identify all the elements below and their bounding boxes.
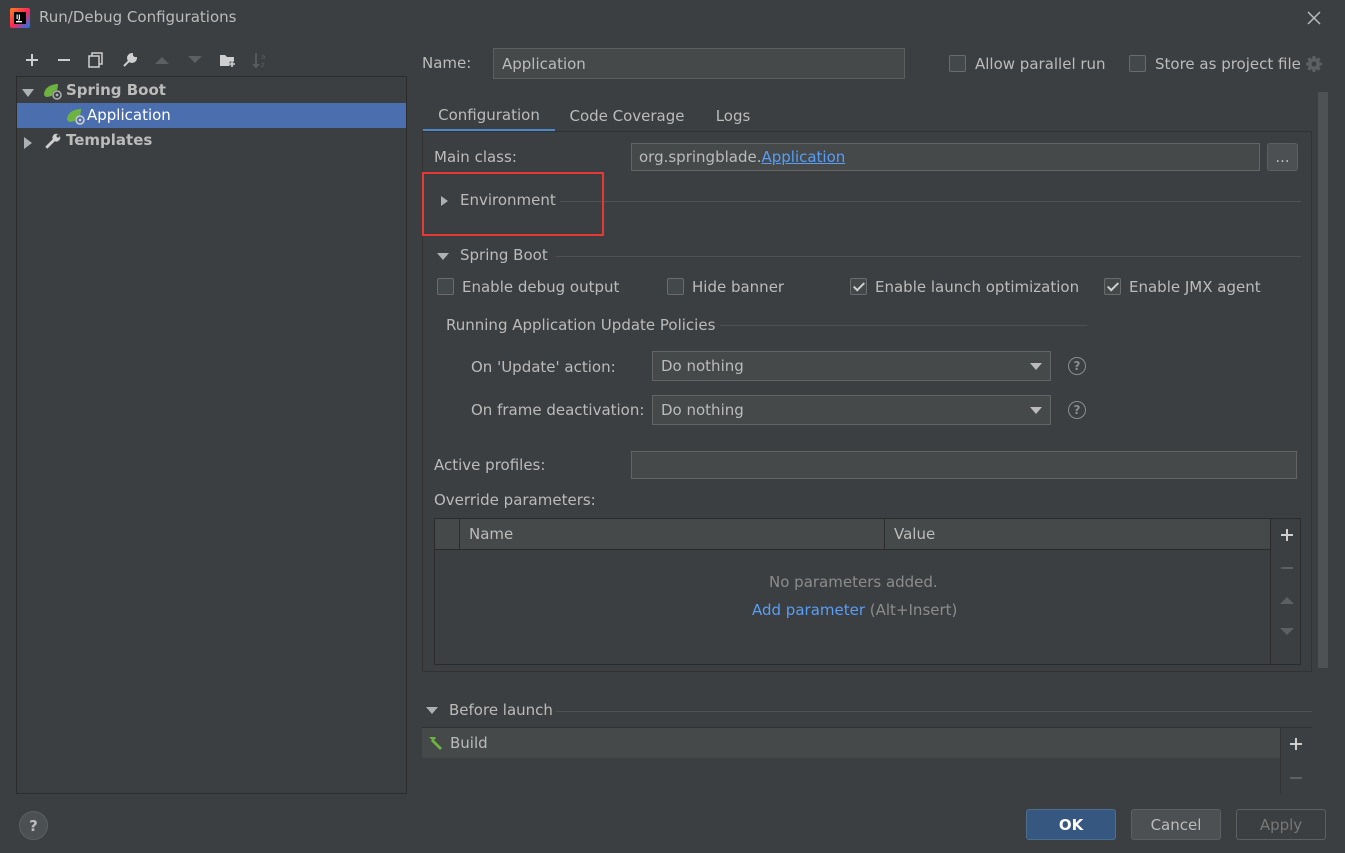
remove-task-icon[interactable] [1289,771,1303,789]
on-update-action-value: Do nothing [661,357,744,375]
active-profiles-input[interactable] [631,451,1297,479]
column-divider [459,519,460,550]
spring-boot-section-label[interactable]: Spring Boot [460,246,548,264]
tab-logs[interactable]: Logs [706,100,760,132]
spring-boot-app-icon [65,106,87,130]
svg-text:z: z [261,61,265,69]
new-folder-icon[interactable] [216,48,240,72]
help-icon[interactable]: ? [1068,357,1086,375]
add-row-icon[interactable] [1271,520,1302,550]
enable-jmx-agent-checkbox[interactable] [1104,278,1121,295]
main-class-link[interactable]: Application [761,148,845,166]
tree-group-spring-boot[interactable]: Spring Boot [17,78,406,103]
before-launch-collapse-icon[interactable] [426,707,438,714]
before-launch-separator [556,711,1312,712]
intellij-logo-icon: IJ [10,8,30,28]
column-divider [884,519,885,550]
enable-launch-optimization-checkbox[interactable] [850,278,867,295]
move-down-icon[interactable] [1271,617,1302,647]
on-update-action-dropdown[interactable]: Do nothing [652,351,1051,381]
add-parameter-link[interactable]: Add parameter [752,601,865,619]
enable-launch-optimization-label: Enable launch optimization [875,278,1080,296]
move-up-icon[interactable] [1271,585,1302,615]
enable-debug-output-checkbox[interactable] [437,278,454,295]
copy-icon[interactable] [84,48,108,72]
store-as-project-file-checkbox[interactable] [1129,55,1146,72]
build-task-label: Build [450,734,488,752]
tree-group-templates[interactable]: Templates [17,128,406,153]
ok-button[interactable]: OK [1026,809,1116,840]
name-label: Name: [422,54,472,72]
table-actions [1270,519,1301,664]
update-policies-separator [720,325,1087,326]
expand-arrow-icon[interactable] [22,85,34,97]
chevron-down-icon [1030,407,1042,414]
name-input[interactable] [493,48,905,79]
configuration-tree: Spring Boot Application Templates [16,76,407,794]
enable-jmx-agent-label: Enable JMX agent [1129,278,1261,296]
tree-group-label: Templates [66,131,153,149]
add-task-icon[interactable] [1289,737,1303,755]
active-profiles-label: Active profiles: [434,456,546,474]
move-down-icon[interactable] [183,48,207,72]
main-class-field[interactable]: org.springblade.Application [631,143,1260,171]
close-icon[interactable] [1302,6,1326,30]
before-launch-label[interactable]: Before launch [449,701,553,719]
browse-main-class-button[interactable]: ... [1267,143,1298,171]
highlight-annotation-box [422,172,604,236]
collapse-arrow-icon[interactable] [22,135,34,149]
store-as-project-file-label: Store as project file [1155,55,1301,73]
before-launch-actions [1280,728,1312,794]
cancel-button[interactable]: Cancel [1131,809,1221,840]
on-frame-deactivation-label: On frame deactivation: [471,401,645,419]
help-button[interactable]: ? [19,811,48,840]
enable-debug-output-label: Enable debug output [462,278,620,296]
remove-row-icon[interactable] [1271,553,1302,583]
spring-boot-icon [42,81,64,105]
before-launch-item-build[interactable]: Build [422,728,1280,758]
remove-icon[interactable] [52,48,76,72]
on-update-action-label: On 'Update' action: [471,358,616,376]
hammer-icon [426,734,444,756]
wrench-icon[interactable] [118,48,142,72]
add-icon[interactable] [20,48,44,72]
environment-separator [560,201,1301,202]
sort-icon[interactable]: az [249,48,273,72]
move-up-icon[interactable] [150,48,174,72]
scrollbar[interactable] [1318,92,1328,668]
main-class-label: Main class: [434,148,517,166]
help-icon[interactable]: ? [1068,401,1086,419]
on-frame-deactivation-dropdown[interactable]: Do nothing [652,395,1051,425]
hide-banner-checkbox[interactable] [667,278,684,295]
svg-text:a: a [261,53,265,61]
override-parameters-table: Name Value No parameters added. Add para… [434,518,1301,665]
tab-configuration[interactable]: Configuration [423,100,555,132]
empty-table-text: No parameters added. [769,573,938,591]
tab-code-coverage[interactable]: Code Coverage [561,100,693,132]
column-header-name[interactable]: Name [469,525,513,543]
gear-icon[interactable] [1305,55,1323,77]
allow-parallel-run-label: Allow parallel run [975,55,1106,73]
tree-item-application[interactable]: Application [17,103,406,128]
chevron-down-icon [1030,363,1042,370]
wrench-icon [44,132,62,154]
override-parameters-label: Override parameters: [434,491,596,509]
table-header: Name Value [435,519,1270,550]
apply-button[interactable]: Apply [1236,809,1326,840]
svg-text:IJ: IJ [16,14,20,21]
window-title: Run/Debug Configurations [39,8,237,26]
tree-group-label: Spring Boot [66,81,166,99]
update-policies-title: Running Application Update Policies [446,316,716,334]
allow-parallel-run-checkbox[interactable] [949,55,966,72]
tree-item-label: Application [87,106,171,124]
main-class-package: org.springblade. [639,148,762,166]
column-header-value[interactable]: Value [894,525,935,543]
spring-boot-collapse-icon[interactable] [437,253,449,260]
on-frame-deactivation-value: Do nothing [661,401,744,419]
spring-boot-separator [556,256,1301,257]
add-parameter-shortcut: (Alt+Insert) [869,601,958,619]
add-parameter-row: Add parameter (Alt+Insert) [752,601,957,619]
hide-banner-label: Hide banner [692,278,785,296]
